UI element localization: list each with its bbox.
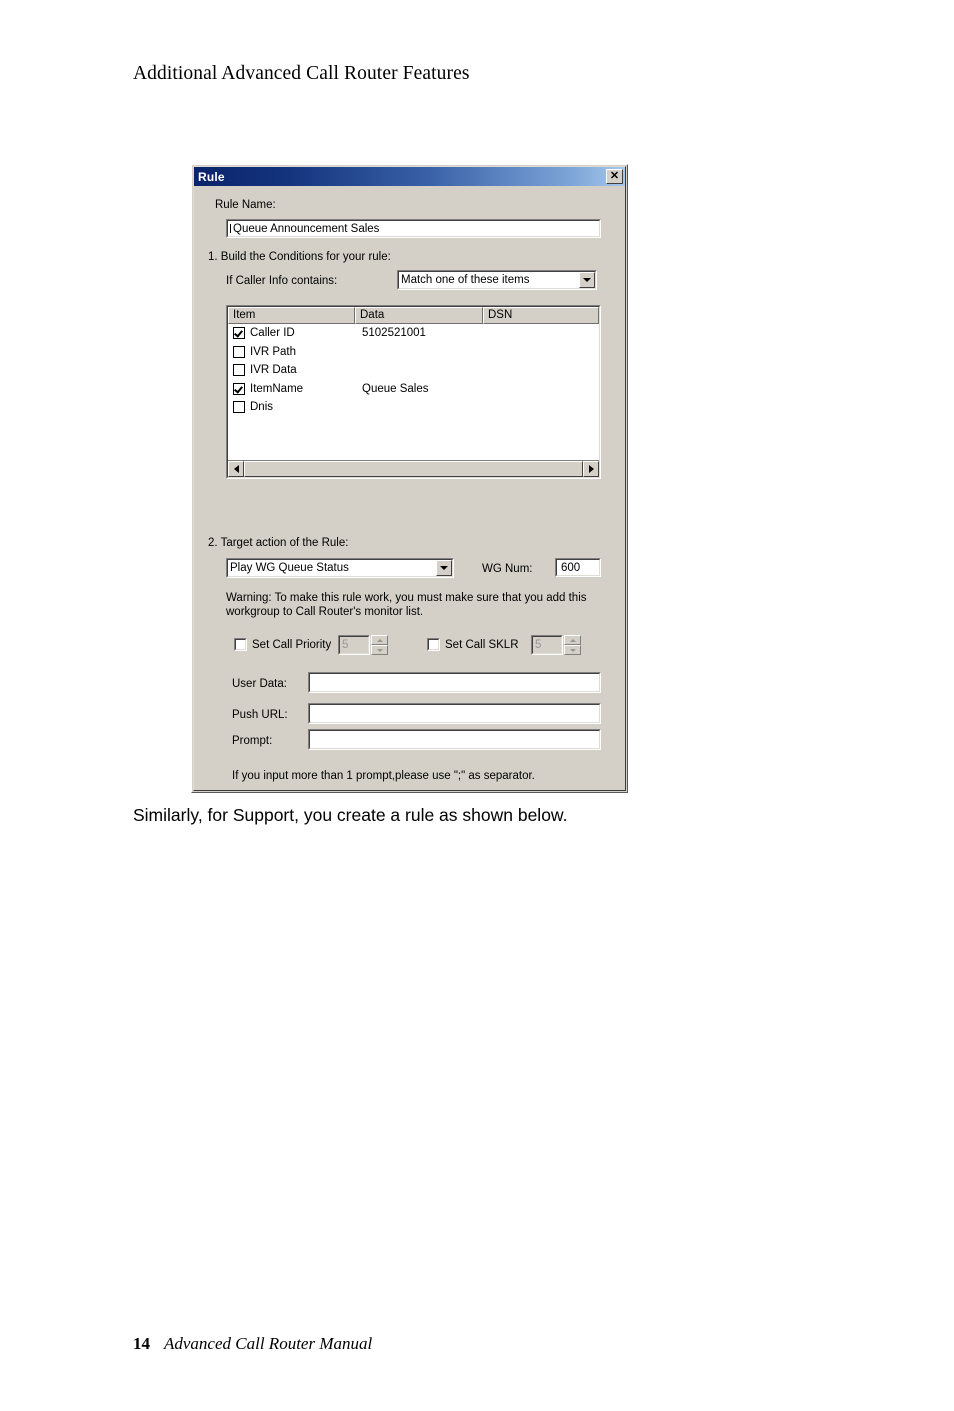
rule-dialog: Rule ✕ Rule Name: Queue Announcement Sal… — [191, 164, 628, 793]
conditions-listbox-outer: Item Data DSN Caller ID 5102521001 IVR Pat… — [226, 305, 601, 479]
rule-name-input[interactable]: Queue Announcement Sales — [226, 219, 601, 238]
push-url-label: Push URL: — [232, 709, 288, 721]
conditions-column-headers: Item Data DSN — [228, 307, 599, 324]
set-call-sklr-checkbox[interactable] — [427, 638, 440, 651]
set-call-priority-label: Set Call Priority — [252, 639, 332, 651]
spin-down-icon[interactable] — [371, 645, 388, 655]
chevron-down-icon[interactable] — [436, 560, 452, 576]
table-row[interactable]: Dnis — [228, 398, 599, 417]
table-row[interactable]: ItemName Queue Sales — [228, 380, 599, 399]
step2-label: 2. Target action of the Rule: — [208, 537, 349, 549]
set-call-sklr-value: 5 — [535, 639, 542, 651]
conditions-listbox-inner: Item Data DSN Caller ID 5102521001 IVR Pat… — [227, 306, 600, 478]
condition-checkbox[interactable] — [233, 382, 245, 395]
condition-checkbox[interactable] — [233, 401, 245, 414]
target-action-value: Play WG Queue Status — [230, 562, 349, 574]
condition-item-name: Caller ID — [250, 327, 295, 340]
condition-item-name: IVR Data — [250, 364, 297, 377]
footer-manual-title: Advanced Call Router Manual — [164, 1334, 373, 1353]
footer-page-number: 14 — [133, 1334, 150, 1353]
chevron-down-icon[interactable] — [579, 272, 595, 288]
user-data-label: User Data: — [232, 678, 287, 690]
column-header-item[interactable]: Item — [228, 307, 355, 324]
dialog-title: Rule — [198, 169, 225, 184]
wg-num-input[interactable]: 600 — [555, 558, 601, 577]
conditions-horizontal-scrollbar[interactable] — [228, 460, 599, 477]
target-action-dropdown[interactable]: Play WG Queue Status — [226, 558, 454, 578]
table-row[interactable]: IVR Data — [228, 361, 599, 380]
user-data-input[interactable] — [308, 672, 601, 693]
spin-up-icon[interactable] — [564, 635, 581, 645]
set-call-sklr-stepper[interactable]: 5 — [531, 635, 581, 655]
push-url-input-bevel — [309, 704, 600, 723]
wg-num-input-bevel: 600 — [556, 559, 600, 576]
spin-down-icon[interactable] — [564, 645, 581, 655]
condition-checkbox[interactable] — [233, 345, 245, 358]
dialog-titlebar: Rule ✕ — [194, 167, 625, 186]
prompt-input-bevel — [309, 730, 600, 749]
condition-item-data: Queue Sales — [362, 382, 429, 395]
scrollbar-thumb[interactable] — [244, 461, 583, 477]
set-call-priority-spin-buttons[interactable] — [371, 635, 388, 655]
spin-up-icon[interactable] — [371, 635, 388, 645]
condition-item-name: ItemName — [250, 382, 304, 395]
table-row[interactable]: Caller ID 5102521001 — [228, 324, 599, 343]
condition-checkbox[interactable] — [233, 364, 245, 377]
page-footer: 14 Advanced Call Router Manual — [133, 1334, 372, 1354]
scroll-right-icon[interactable] — [583, 461, 599, 477]
conditions-listbox[interactable]: Item Data DSN Caller ID 5102521001 IVR Pat… — [226, 305, 601, 479]
set-call-sklr-checkbox-bevel — [428, 639, 439, 650]
body-paragraph: Similarly, for Support, you create a rul… — [133, 805, 568, 825]
text-caret — [230, 224, 231, 233]
scroll-left-icon[interactable] — [228, 461, 244, 477]
table-row[interactable]: IVR Path — [228, 343, 599, 362]
condition-item-data: 5102521001 — [362, 327, 426, 340]
page-title: Additional Advanced Call Router Features — [133, 63, 470, 84]
condition-item-name: Dnis — [250, 401, 274, 414]
condition-item-name: IVR Path — [250, 345, 297, 358]
prompt-label: Prompt: — [232, 735, 273, 747]
wg-num-label: WG Num: — [482, 563, 533, 575]
user-data-input-bevel — [309, 673, 600, 692]
step1-label: 1. Build the Conditions for your rule: — [208, 251, 391, 263]
set-call-sklr-label: Set Call SKLR — [445, 639, 519, 651]
column-header-data[interactable]: Data — [355, 307, 483, 324]
caller-info-label: If Caller Info contains: — [226, 275, 338, 287]
set-call-priority-stepper[interactable]: 5 — [338, 635, 388, 655]
push-url-input[interactable] — [308, 703, 601, 724]
set-call-sklr-spin-buttons[interactable] — [564, 635, 581, 655]
conditions-rows: Caller ID 5102521001 IVR Path IVR Data ItemN… — [228, 324, 599, 459]
condition-checkbox[interactable] — [233, 327, 245, 340]
rule-name-input-bevel: Queue Announcement Sales — [227, 220, 600, 237]
set-call-priority-checkbox-bevel — [235, 639, 246, 650]
caller-info-match-value: Match one of these items — [401, 274, 530, 286]
scrollbar-track[interactable] — [244, 461, 583, 477]
column-header-dsn[interactable]: DSN — [483, 307, 599, 324]
rule-name-label: Rule Name: — [215, 199, 276, 211]
wg-num-value: 600 — [561, 561, 581, 574]
workgroup-warning-text: Warning: To make this rule work, you mus… — [226, 592, 587, 618]
set-call-priority-checkbox[interactable] — [234, 638, 247, 651]
caller-info-match-dropdown[interactable]: Match one of these items — [397, 270, 597, 290]
rule-name-value: Queue Announcement Sales — [233, 222, 380, 235]
prompt-input[interactable] — [308, 729, 601, 750]
dialog-body: Rule Name: Queue Announcement Sales 1. B… — [194, 186, 625, 790]
prompt-separator-note: If you input more than 1 prompt,please u… — [232, 770, 535, 782]
set-call-priority-value: 5 — [342, 639, 349, 651]
close-icon[interactable]: ✕ — [606, 169, 623, 184]
